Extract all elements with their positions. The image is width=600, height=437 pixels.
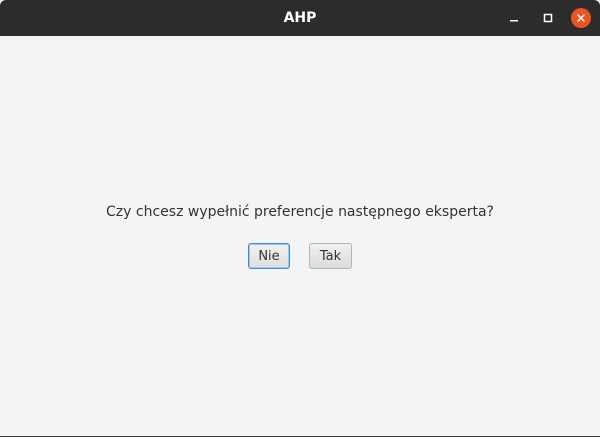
- question-text: Czy chcesz wypełnić preferencje następne…: [106, 204, 494, 220]
- minimize-icon: [510, 20, 518, 22]
- maximize-icon: [543, 13, 553, 23]
- minimize-button[interactable]: [504, 8, 524, 28]
- title-bar[interactable]: AHP: [0, 0, 600, 36]
- close-button[interactable]: [571, 8, 591, 28]
- app-window: AHP Czy chcesz wypełnić preferencje nast…: [0, 0, 600, 437]
- no-button[interactable]: Nie: [248, 243, 290, 269]
- dialog-content: Czy chcesz wypełnić preferencje następne…: [0, 36, 600, 437]
- yes-button[interactable]: Tak: [309, 243, 352, 269]
- maximize-button[interactable]: [538, 8, 558, 28]
- close-icon: [577, 14, 585, 22]
